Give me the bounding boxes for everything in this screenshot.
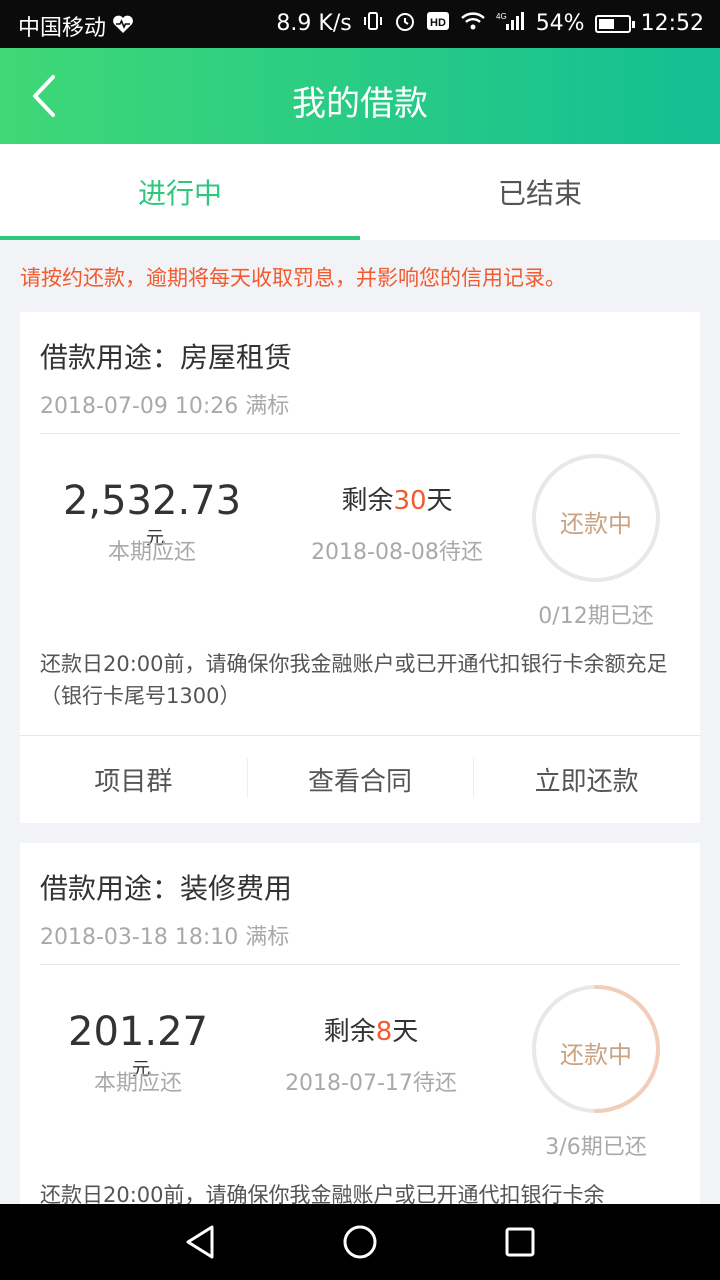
remain-prefix: 剩余 — [323, 1017, 376, 1047]
app-header: 我的借款 — [0, 48, 720, 144]
battery-icon — [594, 14, 635, 33]
project-group-button[interactable]: 项目群 — [20, 736, 247, 823]
remain-days-value: 8 — [375, 1017, 393, 1047]
amount-label: 本期应还 — [107, 540, 196, 565]
tab-in-progress[interactable]: 进行中 — [0, 144, 360, 240]
remain-suffix: 天 — [426, 486, 453, 516]
svg-text:HD: HD — [430, 17, 446, 29]
vibrate-icon — [362, 10, 384, 37]
loan-card[interactable]: 借款用途：装修费用 2018-03-18 18:10 满标 201.27元 本期… — [20, 843, 700, 1263]
loan-date: 2018-07-09 10:26 满标 — [40, 394, 290, 419]
amount-label: 本期应还 — [93, 1071, 182, 1096]
loan-purpose: 借款用途：房屋租赁 — [40, 341, 293, 374]
alarm-icon — [394, 10, 416, 37]
clock: 12:52 — [640, 11, 704, 36]
triangle-back-icon — [186, 1225, 214, 1259]
heart-pulse-icon — [112, 14, 134, 39]
due-date: 2018-08-08待还 — [311, 540, 483, 565]
divider — [40, 964, 680, 965]
periods-paid: 0/12期已还 — [538, 604, 654, 629]
tab-finished[interactable]: 已结束 — [360, 144, 720, 240]
progress-ring: 还款中 — [530, 452, 662, 584]
status-label: 还款中 — [560, 510, 632, 538]
card-actions: 项目群 查看合同 立即还款 — [20, 736, 700, 823]
amount-value: 201.27 — [68, 1009, 208, 1055]
hd-icon: HD — [426, 10, 450, 37]
status-label: 还款中 — [560, 1041, 632, 1069]
nav-back-button[interactable] — [180, 1222, 220, 1262]
battery-percent: 54% — [535, 11, 585, 36]
divider — [40, 433, 680, 434]
loan-purpose: 借款用途：装修费用 — [40, 872, 293, 905]
nav-recent-button[interactable] — [500, 1222, 540, 1262]
repayment-tip: 还款日20:00前，请确保你我金融账户或已开通代扣银行卡余额充足（银行卡尾号13… — [40, 652, 668, 708]
carrier-label: 中国移动 — [18, 16, 107, 41]
status-bar: 中国移动 8.9 K/s HD 4G 54% 12:52 — [0, 0, 720, 48]
repayment-notice: 请按约还款，逾期将每天收取罚息，并影响您的信用记录。 — [20, 266, 566, 290]
remaining-days: 剩余30天 — [290, 480, 504, 517]
amount-value: 2,532.73 — [62, 478, 242, 524]
loan-card[interactable]: 借款用途：房屋租赁 2018-07-09 10:26 满标 2,532.73元 … — [20, 312, 700, 823]
loan-date: 2018-03-18 18:10 满标 — [40, 925, 290, 950]
periods-paid: 3/6期已还 — [545, 1135, 647, 1160]
progress-ring: 还款中 — [530, 983, 662, 1115]
remain-suffix: 天 — [392, 1017, 419, 1047]
view-contract-button[interactable]: 查看合同 — [246, 736, 474, 823]
due-date: 2018-07-17待还 — [285, 1071, 457, 1096]
remain-prefix: 剩余 — [341, 486, 394, 516]
wifi-icon — [460, 10, 486, 37]
circle-home-icon — [343, 1225, 377, 1259]
nav-home-button[interactable] — [340, 1222, 380, 1262]
repay-now-button[interactable]: 立即还款 — [473, 736, 700, 823]
network-type: 4G — [496, 12, 507, 21]
system-nav-bar — [0, 1204, 720, 1280]
tab-indicator — [0, 236, 360, 240]
remain-days-value: 30 — [393, 486, 427, 516]
page-title: 我的借款 — [292, 84, 428, 124]
remaining-days: 剩余8天 — [274, 1011, 468, 1048]
square-recent-icon — [505, 1227, 535, 1257]
network-speed: 8.9 K/s — [276, 11, 352, 36]
tab-bar: 进行中 已结束 — [0, 144, 720, 240]
signal-icon: 4G — [496, 10, 526, 37]
